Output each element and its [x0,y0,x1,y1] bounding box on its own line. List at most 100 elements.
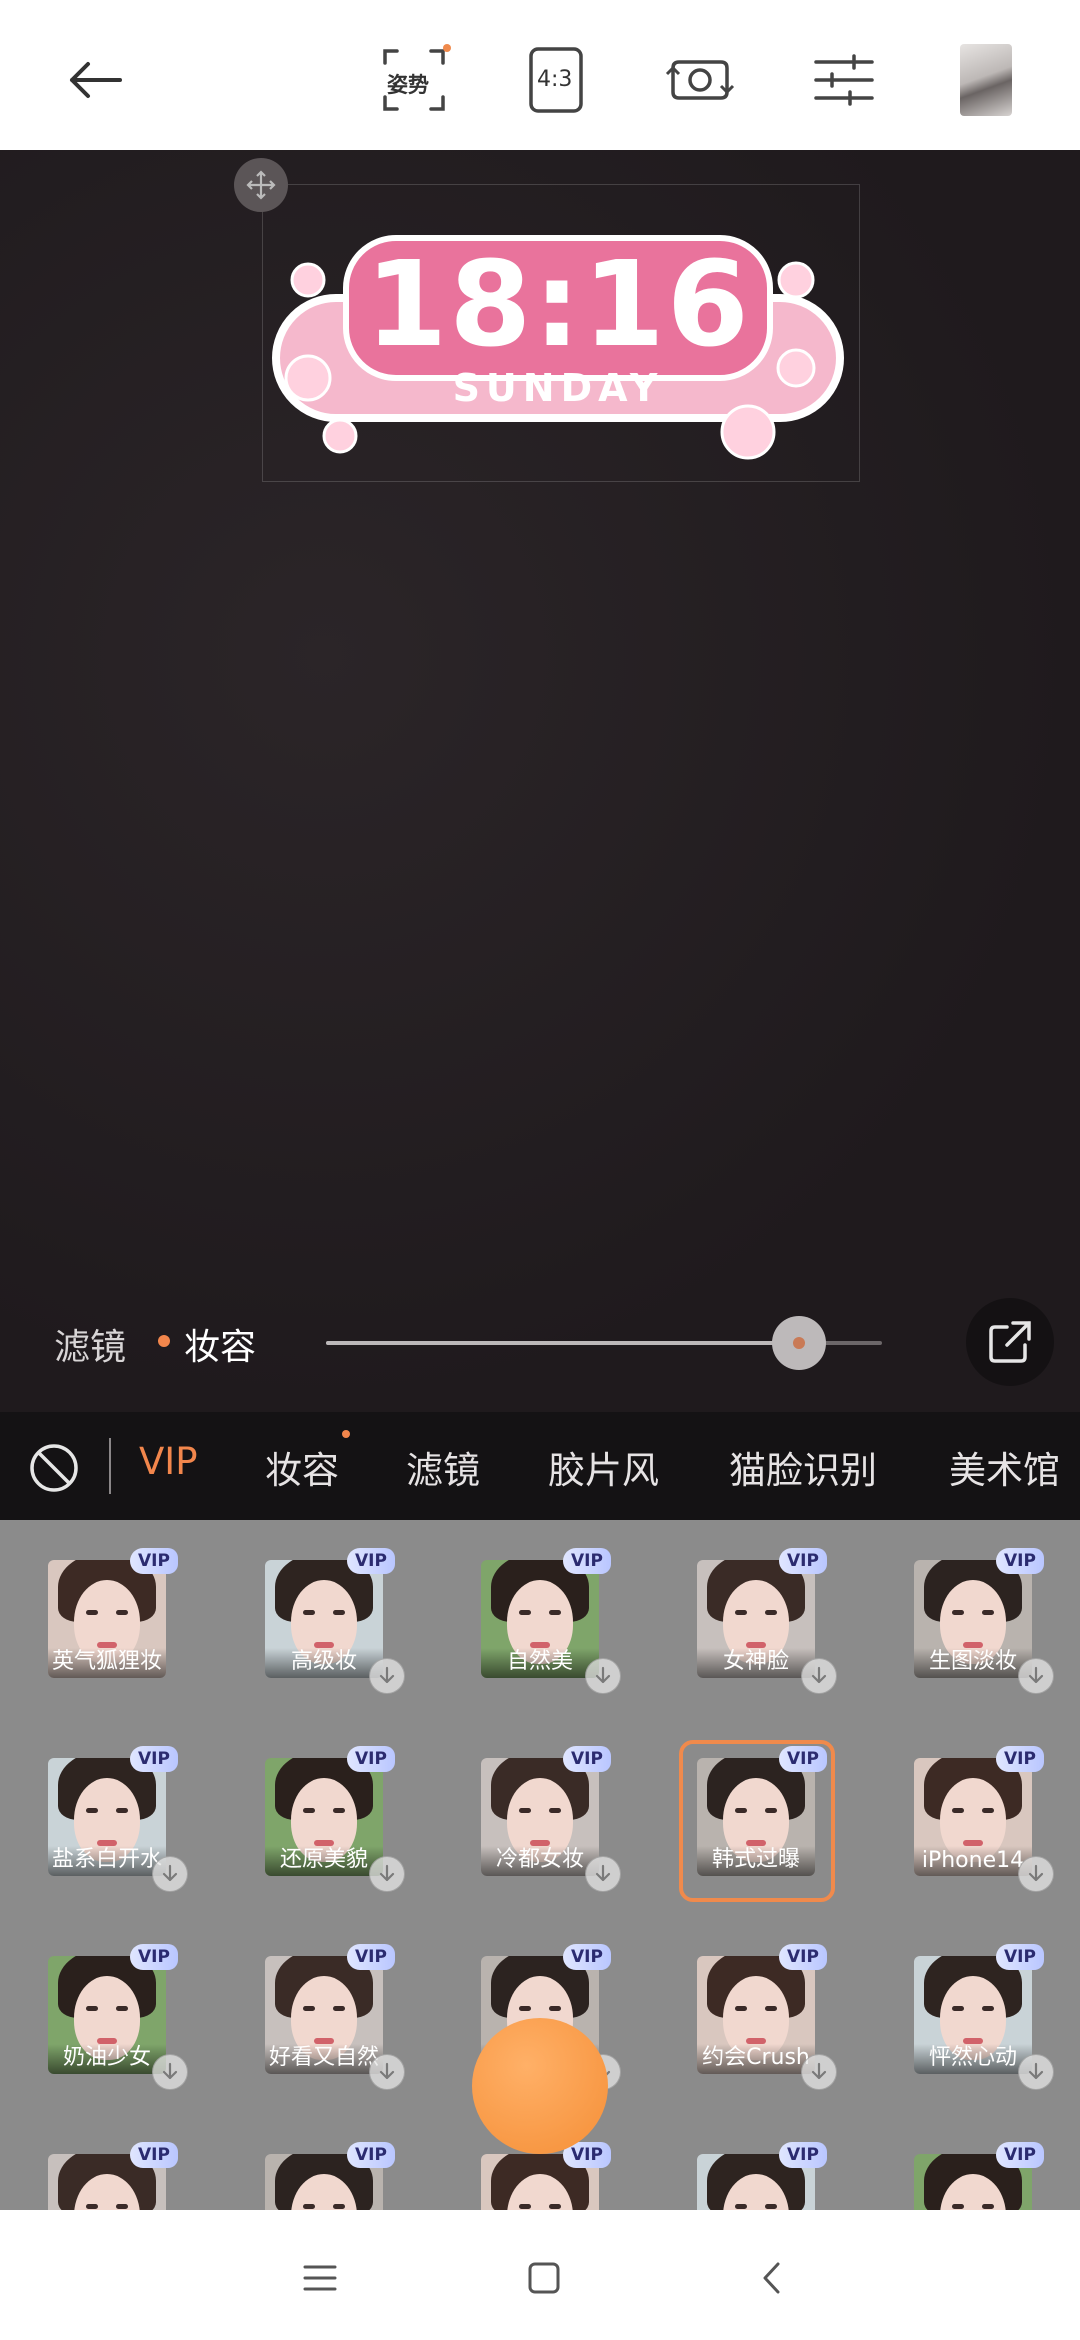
sliders-icon[interactable] [804,40,884,120]
gallery-thumbnail[interactable] [946,40,1026,120]
intensity-slider-knob[interactable] [771,1316,826,1370]
makeup-item[interactable]: 生图淡妆 VIP [914,1548,1054,1694]
tab-new-dot [342,1430,350,1438]
makeup-name: 英气狐狸妆 [51,1649,162,1674]
makeup-name: 怦然心动 [928,2045,1017,2070]
makeup-name: iPhone14 [921,1848,1025,1873]
makeup-item[interactable]: 冷都女妆 VIP [481,1746,621,1892]
vip-badge: VIP [996,1944,1044,1970]
tab-filter[interactable]: 滤镜 [406,1440,480,1494]
download-icon[interactable] [369,1658,405,1694]
active-dot [158,1335,170,1347]
makeup-name: 还原美貌 [279,1847,368,1872]
vip-badge: VIP [347,2142,395,2168]
vip-badge: VIP [130,2142,178,2168]
download-icon[interactable] [152,2054,188,2090]
pose-label: 姿势 [387,73,429,97]
download-icon[interactable] [1018,1658,1054,1694]
makeup-item[interactable]: iPhone14 VIP [914,1746,1054,1892]
vip-badge: VIP [130,1944,178,1970]
tab-cat-face[interactable]: 猫脸识别 [729,1440,877,1494]
tab-divider [109,1438,111,1494]
download-icon[interactable] [152,1856,188,1892]
makeup-item[interactable]: 盐系白开水 VIP [48,1746,188,1892]
vip-badge: VIP [996,1548,1044,1574]
makeup-thumbnail: 好看又自然 [265,1956,383,2074]
tab-makeup[interactable]: 妆容 [265,1440,339,1494]
makeup-thumbnail: 约会Crush [697,1956,815,2074]
download-icon[interactable] [369,2054,405,2090]
makeup-item[interactable]: 约会Crush VIP [697,1944,837,2090]
makeup-item[interactable]: 英气狐狸妆 VIP [48,1548,178,1678]
vip-badge: VIP [563,1944,611,1970]
vip-badge: VIP [347,1746,395,1772]
makeup-thumbnail: 冷都女妆 [481,1758,599,1876]
makeup-item[interactable]: 高级妆 VIP [265,1548,405,1694]
makeup-item[interactable]: VIP [914,2142,1044,2210]
makeup-item[interactable]: 怦然心动 VIP [914,1944,1054,2090]
shutter-button[interactable] [472,2018,608,2154]
download-icon[interactable] [585,1658,621,1694]
sticker-time: 18:16 [365,235,751,373]
makeup-name: 约会Crush [702,2045,810,2070]
vip-badge: VIP [130,1746,178,1772]
makeup-name: 奶油少女 [62,2045,151,2070]
makeup-thumbnail: 英气狐狸妆 [48,1560,166,1678]
makeup-name: 自然美 [506,1649,573,1674]
download-icon[interactable] [1018,1856,1054,1892]
tab-film[interactable]: 胶片风 [548,1440,659,1494]
clock-sticker[interactable]: 18:16 SUNDAY [268,218,848,468]
makeup-item[interactable]: 好看又自然 VIP [265,1944,405,2090]
makeup-item[interactable]: VIP [265,2142,395,2210]
makeup-item[interactable]: 女神脸 VIP [697,1548,837,1694]
makeup-name: 高级妆 [290,1649,357,1674]
makeup-item[interactable]: 自然美 VIP [481,1548,621,1694]
makeup-name: 盐系白开水 [51,1847,162,1872]
makeup-thumbnail: iPhone14 [914,1758,1032,1876]
makeup-thumbnail: 自然美 [481,1560,599,1678]
intensity-slider-fill [326,1341,799,1345]
menu-icon[interactable] [300,2258,340,2298]
tab-art-gallery[interactable]: 美术馆 [949,1440,1060,1494]
vip-badge: VIP [779,2142,827,2168]
home-icon[interactable] [524,2258,564,2298]
share-icon[interactable] [966,1298,1054,1386]
vip-badge: VIP [996,1746,1044,1772]
makeup-thumbnail: 奶油少女 [48,1956,166,2074]
move-handle-icon[interactable] [234,158,288,212]
top-toolbar: 姿势 4:3 [0,0,1080,150]
sticker-day: SUNDAY [452,366,664,410]
aspect-ratio-button[interactable]: 4:3 [516,40,596,120]
makeup-item[interactable]: 奶油少女 VIP [48,1944,188,2090]
vip-badge: VIP [563,1746,611,1772]
download-icon[interactable] [1018,2054,1054,2090]
makeup-name: 女神脸 [722,1649,789,1674]
tab-vip[interactable]: VIP [139,1440,198,1483]
makeup-thumbnail: 生图淡妆 [914,1560,1032,1678]
makeup-item[interactable]: 还原美貌 VIP [265,1746,405,1892]
aspect-ratio-label: 4:3 [537,67,573,92]
download-icon[interactable] [801,2054,837,2090]
download-icon[interactable] [369,1856,405,1892]
makeup-toggle[interactable]: 妆容 [184,1318,256,1370]
switch-camera-icon[interactable] [660,40,740,120]
vip-badge: VIP [130,1548,178,1574]
back-arrow-icon[interactable] [54,40,134,120]
makeup-item[interactable]: VIP [48,2142,178,2210]
vip-badge: VIP [347,1548,395,1574]
makeup-thumbnail: 盐系白开水 [48,1758,166,1876]
makeup-thumbnail: 怦然心动 [914,1956,1032,2074]
back-icon[interactable] [752,2258,792,2298]
makeup-name: 生图淡妆 [928,1649,1017,1674]
makeup-thumbnail: 女神脸 [697,1560,815,1678]
filter-toggle[interactable]: 滤镜 [54,1318,126,1370]
makeup-name: 冷都女妆 [495,1847,584,1872]
download-icon[interactable] [801,1658,837,1694]
makeup-item[interactable]: VIP [481,2142,611,2210]
makeup-item[interactable]: 韩式过曝 VIP [679,1740,835,1902]
no-effect-icon[interactable] [28,1442,80,1494]
pose-button[interactable]: 姿势 [374,40,454,120]
download-icon[interactable] [585,1856,621,1892]
makeup-item[interactable]: VIP [697,2142,827,2210]
vip-badge: VIP [779,1944,827,1970]
